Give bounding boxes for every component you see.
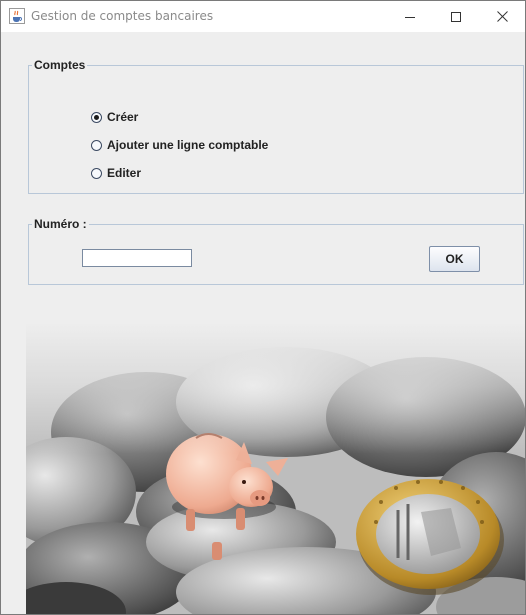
radio-ajouter-ligne-label: Ajouter une ligne comptable <box>107 138 269 152</box>
numero-legend: Numéro : <box>34 217 87 231</box>
window-title: Gestion de comptes bancaires <box>31 9 214 23</box>
radio-creer-label: Créer <box>107 110 139 124</box>
title-bar[interactable]: Gestion de comptes bancaires <box>1 1 525 32</box>
ok-button[interactable]: OK <box>429 246 480 272</box>
radio-unselected-icon <box>91 139 102 151</box>
java-cup-icon <box>9 8 25 24</box>
content-pane: Comptes Créer Ajouter une ligne comptabl… <box>1 32 525 614</box>
piggy-bank-coins-image <box>26 322 525 614</box>
radio-selected-icon <box>91 111 102 123</box>
numero-input[interactable] <box>82 249 192 267</box>
maximize-icon <box>451 11 461 22</box>
radio-creer[interactable]: Créer <box>91 108 138 126</box>
maximize-button[interactable] <box>433 1 479 32</box>
comptes-legend: Comptes <box>34 58 86 72</box>
minimize-icon <box>405 16 415 18</box>
radio-editer[interactable]: Editer <box>91 164 141 182</box>
radio-ajouter-ligne[interactable]: Ajouter une ligne comptable <box>91 136 268 154</box>
minimize-button[interactable] <box>387 1 433 32</box>
close-icon <box>496 11 508 22</box>
close-button[interactable] <box>479 1 525 32</box>
application-window: Gestion de comptes bancaires Comptes Cré… <box>0 0 526 615</box>
radio-editer-label: Editer <box>107 166 142 180</box>
radio-unselected-icon <box>91 167 102 179</box>
